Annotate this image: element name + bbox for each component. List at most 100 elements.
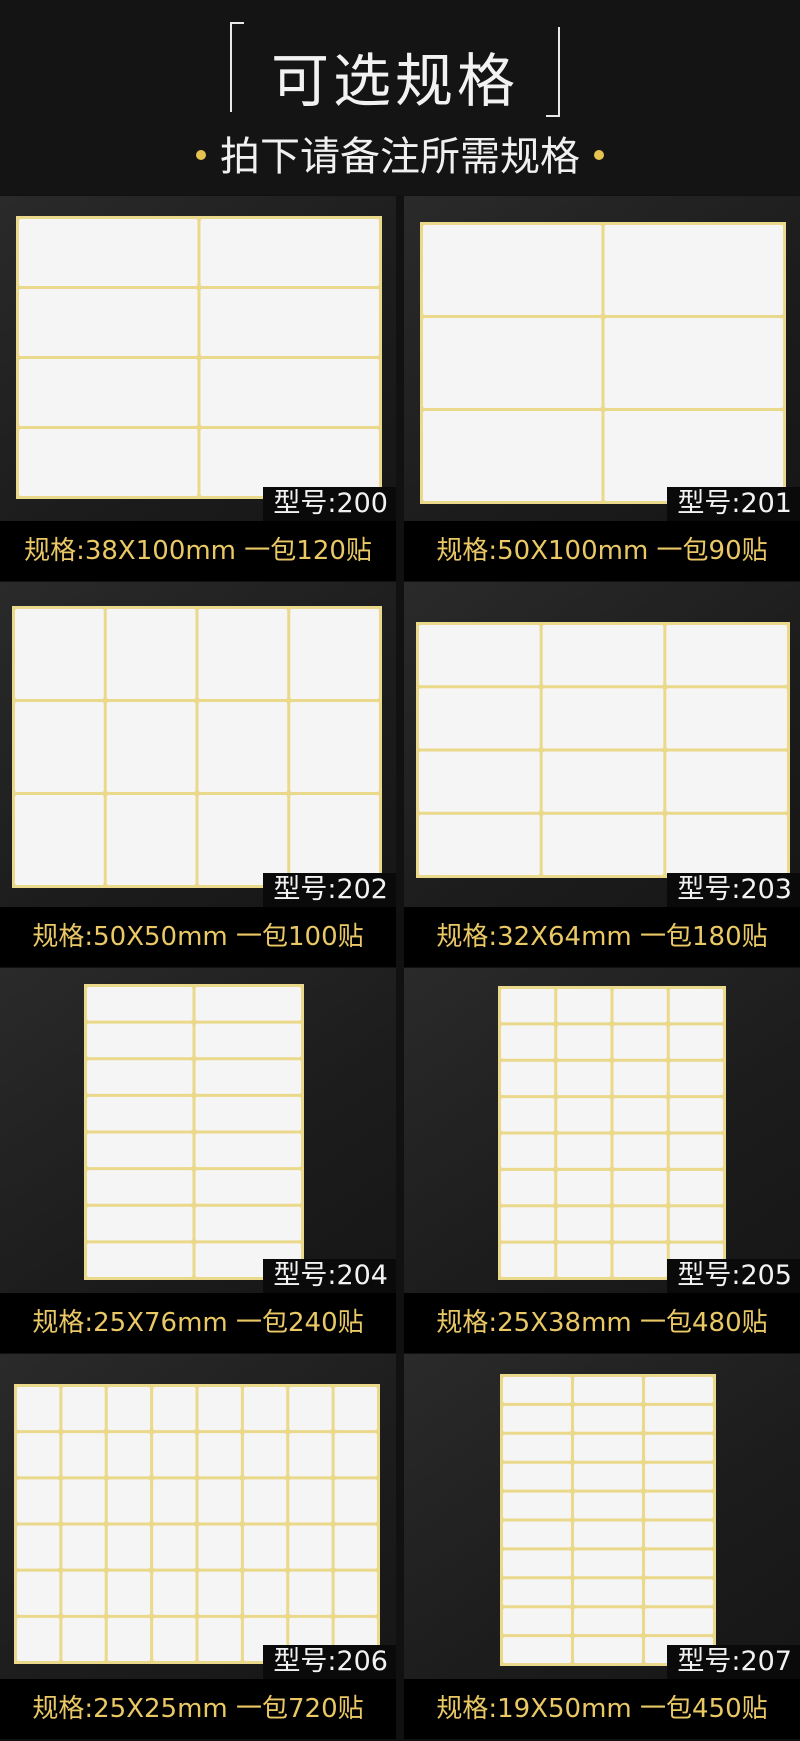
sticker-label	[289, 1387, 332, 1431]
sticker-label	[503, 1434, 571, 1461]
sticker-label	[557, 1098, 611, 1132]
sticker-label	[200, 219, 379, 286]
label-sheet	[16, 216, 382, 499]
sticker-label	[669, 1134, 723, 1168]
sticker-label	[542, 688, 664, 749]
spec-label: 规格:50X50mm 一包100贴	[0, 907, 396, 967]
sticker-label	[503, 1608, 571, 1635]
sticker-label	[604, 318, 783, 408]
sticker-label	[423, 411, 602, 501]
sticker-label	[613, 1207, 667, 1241]
sticker-label	[419, 814, 540, 875]
sticker-label	[200, 429, 379, 496]
sticker-label	[574, 1637, 642, 1663]
sticker-label	[107, 1387, 151, 1431]
sticker-label	[557, 1025, 611, 1059]
sticker-label	[19, 289, 198, 356]
sticker-label	[106, 795, 196, 885]
sticker-label	[669, 1098, 723, 1132]
sticker-label	[15, 609, 104, 699]
sticker-label	[613, 1134, 667, 1168]
sticker-label	[243, 1479, 287, 1523]
sticker-label	[243, 1571, 287, 1615]
sticker-label	[289, 1571, 332, 1615]
product-card-207[interactable]: 型号:207 规格:19X50mm 一包450贴	[404, 1354, 800, 1739]
label-sheet	[500, 1374, 716, 1666]
sticker-label	[501, 989, 555, 1023]
spec-label: 规格:19X50mm 一包450贴	[404, 1679, 800, 1739]
model-tag: 型号:207	[667, 1645, 800, 1679]
sticker-label	[645, 1463, 713, 1490]
sticker-label	[195, 1096, 301, 1131]
model-tag: 型号:205	[667, 1259, 800, 1293]
sticker-label	[290, 702, 379, 792]
sticker-label	[669, 989, 723, 1023]
sticker-label	[501, 1025, 555, 1059]
sticker-label	[17, 1525, 60, 1569]
sticker-label	[106, 609, 196, 699]
model-tag: 型号:200	[263, 487, 396, 521]
bullet-dot-icon	[594, 150, 604, 160]
sticker-label	[503, 1492, 571, 1519]
label-grid	[15, 609, 379, 885]
sticker-label	[645, 1550, 713, 1577]
sticker-label	[542, 814, 664, 875]
sticker-label	[15, 702, 104, 792]
label-grid	[87, 987, 301, 1277]
sticker-label	[62, 1571, 105, 1615]
sticker-label	[574, 1550, 642, 1577]
sticker-label	[334, 1433, 377, 1477]
sticker-label	[334, 1525, 377, 1569]
sticker-label	[613, 1061, 667, 1096]
sticker-label	[195, 987, 301, 1021]
sticker-label	[195, 1060, 301, 1094]
sticker-label	[195, 1133, 301, 1168]
subtitle-row: 拍下请备注所需规格	[0, 132, 800, 182]
model-tag: 型号:202	[263, 873, 396, 907]
product-card-205[interactable]: 型号:205 规格:25X38mm 一包480贴	[404, 968, 800, 1353]
product-photo: 型号:206	[0, 1354, 396, 1679]
sticker-label	[243, 1387, 287, 1431]
sticker-label	[503, 1463, 571, 1490]
bullet-dot-icon	[196, 150, 206, 160]
sticker-label	[557, 1207, 611, 1241]
product-card-201[interactable]: 型号:201 规格:50X100mm 一包90贴	[404, 196, 800, 581]
sticker-label	[423, 318, 602, 408]
product-card-206[interactable]: 型号:206 规格:25X25mm 一包720贴	[0, 1354, 396, 1739]
sticker-label	[107, 1433, 151, 1477]
sticker-label	[62, 1479, 105, 1523]
product-card-200[interactable]: 型号:200 规格:38X100mm 一包120贴	[0, 196, 396, 581]
product-photo: 型号:204	[0, 968, 396, 1293]
sticker-label	[645, 1492, 713, 1519]
label-sheet	[416, 622, 790, 878]
sticker-label	[645, 1579, 713, 1606]
sticker-label	[503, 1579, 571, 1606]
sticker-label	[645, 1405, 713, 1432]
sticker-label	[87, 1243, 193, 1277]
sticker-label	[669, 1061, 723, 1096]
sticker-label	[289, 1525, 332, 1569]
label-grid	[419, 625, 787, 875]
sticker-label	[501, 1170, 555, 1205]
spec-label: 规格:38X100mm 一包120贴	[0, 521, 396, 581]
sticker-label	[198, 1387, 241, 1431]
label-sheet	[498, 986, 726, 1280]
product-card-202[interactable]: 型号:202 规格:50X50mm 一包100贴	[0, 582, 396, 967]
sticker-label	[613, 1170, 667, 1205]
product-card-204[interactable]: 型号:204 规格:25X76mm 一包240贴	[0, 968, 396, 1353]
sticker-label	[153, 1525, 196, 1569]
sticker-label	[200, 289, 379, 356]
sticker-label	[613, 1025, 667, 1059]
model-tag: 型号:203	[667, 873, 800, 907]
product-card-203[interactable]: 型号:203 规格:32X64mm 一包180贴	[404, 582, 800, 967]
sticker-label	[107, 1525, 151, 1569]
product-photo: 型号:207	[404, 1354, 800, 1679]
sticker-label	[153, 1433, 196, 1477]
sticker-label	[669, 1207, 723, 1241]
label-sheet	[420, 222, 786, 504]
sticker-label	[290, 795, 379, 885]
sticker-label	[106, 702, 196, 792]
sticker-label	[153, 1571, 196, 1615]
sticker-label	[645, 1608, 713, 1635]
label-sheet	[12, 606, 382, 888]
